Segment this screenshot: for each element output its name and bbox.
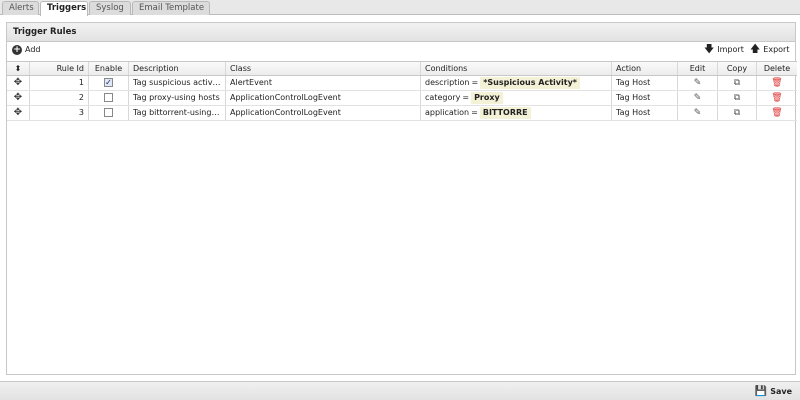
conditions: description = *Suspicious Activity* [421,76,612,90]
column-header-copy: Copy [718,62,757,75]
column-header-delete: Delete [763,64,791,73]
condition-operator: = [471,78,479,87]
rule-id: 2 [30,91,89,105]
conditions: application = BITTORRE [421,106,612,120]
pencil-icon[interactable]: ✎ [694,108,702,118]
rule-id: 3 [30,106,89,120]
trigger-rules-panel: Trigger Rules + Add 🡇 Import 🡅 Export ⬍ … [6,22,797,375]
arrow-up-icon: 🡅 [750,44,761,55]
drag-handle[interactable]: ✥ [7,91,30,105]
tab-triggers[interactable]: Triggers [40,1,88,16]
description: Tag proxy-using hosts [129,91,226,105]
table-row[interactable]: ✥ 1 ✓ Tag suspicious activity AlertEvent… [7,76,797,91]
condition-value: BITTORRE [479,107,531,119]
class: ApplicationControlLogEvent [226,106,421,120]
table-header-row: ⬍ Rule Id Enable Description Class Condi… [7,62,797,76]
column-header-rule-id[interactable]: Rule Id [30,62,89,75]
edit-cell: ✎ [678,106,718,120]
copy-icon[interactable]: ⧉ [734,93,740,103]
condition-value: *Suspicious Activity* [480,77,580,89]
sort-column-header[interactable]: ⬍ [7,62,30,75]
sort-icon: ⬍ [14,64,22,73]
delete-cell: 🗑 [757,106,797,120]
save-label: Save [770,387,792,396]
column-header-action[interactable]: Action [612,62,678,75]
delete-cell: 🗑 [757,76,797,90]
edit-cell: ✎ [678,91,718,105]
table-row[interactable]: ✥ 2 Tag proxy-using hosts ApplicationCon… [7,91,797,106]
floppy-disk-icon: 💾 [754,386,768,397]
action: Tag Host [612,91,678,105]
tab-email-template[interactable]: Email Template [132,1,210,15]
condition-operator: = [471,108,478,117]
condition-field: application [425,108,470,117]
column-header-conditions[interactable]: Conditions [421,62,612,75]
tab-label: Alerts [9,3,34,13]
export-button[interactable]: 🡅 Export [750,44,789,56]
trash-icon[interactable]: 🗑 [771,93,782,103]
condition-field: category [425,93,461,102]
delete-cell: 🗑 [757,91,797,105]
pencil-icon[interactable]: ✎ [694,93,702,103]
class: AlertEvent [226,76,421,90]
edit-cell: ✎ [678,76,718,90]
condition-operator: = [462,93,470,102]
condition-field: description [425,78,470,87]
add-button[interactable]: + Add [12,44,41,56]
add-label: Add [25,45,41,54]
pencil-icon[interactable]: ✎ [694,78,702,88]
tab-alerts[interactable]: Alerts [2,1,39,15]
enable-checkbox[interactable] [104,93,113,102]
footer-bar: 💾 Save [0,381,800,400]
trash-icon[interactable]: 🗑 [771,108,782,118]
drag-handle[interactable]: ✥ [7,106,30,120]
column-header-edit: Edit [678,62,718,75]
enable-checkbox-cell: ✓ [89,76,129,90]
move-icon: ✥ [13,77,23,88]
drag-handle[interactable]: ✥ [7,76,30,90]
copy-cell: ⧉ [718,106,757,120]
class: ApplicationControlLogEvent [226,91,421,105]
tab-label: Syslog [96,3,124,13]
panel-title: Trigger Rules [7,23,795,42]
rule-id: 1 [30,76,89,90]
save-button[interactable]: 💾 Save [755,385,792,398]
enable-checkbox-cell [89,91,129,105]
rules-table: ⬍ Rule Id Enable Description Class Condi… [7,61,797,121]
tab-label: Email Template [139,3,205,13]
condition-value: Proxy [471,92,503,104]
description: Tag suspicious activity [129,76,226,90]
copy-cell: ⧉ [718,76,757,90]
plus-circle-icon: + [12,45,22,55]
action: Tag Host [612,76,678,90]
copy-icon[interactable]: ⧉ [734,108,740,118]
tab-bar: Alerts Triggers Syslog Email Template [0,0,800,16]
table-row[interactable]: ✥ 3 Tag bittorrent-using h... Applicatio… [7,106,797,121]
conditions: category = Proxy [421,91,612,105]
tab-label: Triggers [47,3,87,13]
column-header-enable[interactable]: Enable [89,62,129,75]
import-button[interactable]: 🡇 Import [704,44,744,56]
column-header-description[interactable]: Description [129,62,226,75]
move-icon: ✥ [13,107,23,118]
description: Tag bittorrent-using h... [129,106,226,120]
copy-icon[interactable]: ⧉ [734,78,740,88]
enable-checkbox-cell [89,106,129,120]
enable-checkbox[interactable]: ✓ [104,78,113,87]
enable-checkbox[interactable] [104,108,113,117]
column-header-class[interactable]: Class [226,62,421,75]
arrow-down-icon: 🡇 [704,44,715,55]
trash-icon[interactable]: 🗑 [771,78,782,88]
export-label: Export [763,45,790,54]
action: Tag Host [612,106,678,120]
tab-syslog[interactable]: Syslog [89,1,131,15]
move-icon: ✥ [13,92,23,103]
copy-cell: ⧉ [718,91,757,105]
toolbar: + Add 🡇 Import 🡅 Export [7,42,795,58]
import-label: Import [717,45,744,54]
